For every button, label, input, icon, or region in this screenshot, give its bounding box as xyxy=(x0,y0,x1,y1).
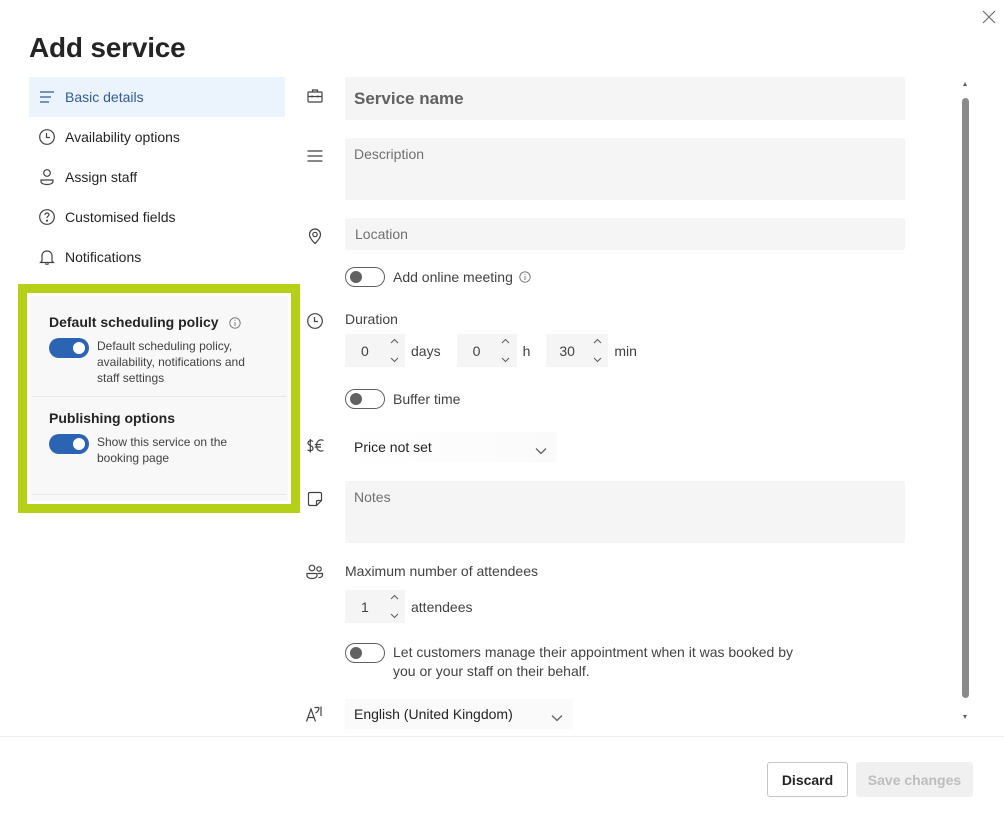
dialog-title: Add service xyxy=(29,32,186,63)
nav-item-basic-details[interactable]: Basic details xyxy=(29,77,285,117)
sticky-note-icon xyxy=(305,489,325,509)
briefcase-icon xyxy=(305,86,325,106)
duration-hours-spinner[interactable]: 0 xyxy=(456,334,517,367)
text-lines-icon xyxy=(305,146,325,166)
publishing-description: Show this service on the booking page xyxy=(97,435,228,465)
list-icon xyxy=(38,88,56,106)
attendees-input-row: 1 attendees xyxy=(345,590,489,623)
days-unit: days xyxy=(411,342,441,359)
customer-manage-row: Let customers manage their appointment w… xyxy=(345,643,813,681)
duration-label: Duration xyxy=(345,311,398,327)
nav-item-notifications[interactable]: Notifications xyxy=(29,237,285,277)
currency-icon xyxy=(305,436,325,456)
online-meeting-row: Add online meeting xyxy=(345,267,531,287)
scrollbar-thumb[interactable] xyxy=(962,98,969,698)
chevron-down-icon xyxy=(551,709,563,725)
policy-panel: Default scheduling policy Default schedu… xyxy=(30,296,288,501)
close-button[interactable] xyxy=(980,8,998,26)
price-dropdown[interactable]: Price not set xyxy=(345,432,557,462)
price-selected: Price not set xyxy=(354,439,432,455)
location-input[interactable] xyxy=(345,218,905,250)
duration-inputs: 0 days 0 h 30 min xyxy=(345,334,653,367)
buffer-time-toggle[interactable] xyxy=(345,389,385,409)
attendees-spinner[interactable]: 1 xyxy=(345,590,405,623)
discard-button[interactable]: Discard xyxy=(767,762,848,797)
service-name-field[interactable] xyxy=(345,77,905,120)
people-icon xyxy=(305,562,325,582)
nav-item-label: Customised fields xyxy=(65,209,176,225)
chevron-up-icon[interactable] xyxy=(501,338,510,344)
clock-icon xyxy=(38,128,56,146)
publishing-toggle[interactable] xyxy=(49,434,89,454)
publishing-options-section: Publishing options Show this service on … xyxy=(32,396,286,466)
customer-manage-label: Let customers manage their appointment w… xyxy=(393,644,794,679)
publishing-options-heading: Publishing options xyxy=(49,410,175,426)
info-icon[interactable] xyxy=(519,271,531,283)
buffer-time-row: Buffer time xyxy=(345,389,460,409)
scroll-down-arrow-icon[interactable] xyxy=(963,715,967,719)
minutes-unit: min xyxy=(614,342,637,359)
online-meeting-label: Add online meeting xyxy=(393,269,513,285)
hours-unit: h xyxy=(522,342,531,359)
divider xyxy=(32,494,286,495)
default-policy-description: Default scheduling policy, availability,… xyxy=(97,339,245,385)
language-icon xyxy=(305,704,325,724)
buffer-time-label: Buffer time xyxy=(393,391,461,407)
default-policy-heading: Default scheduling policy xyxy=(49,314,219,330)
location-pin-icon xyxy=(305,226,325,246)
location-field[interactable] xyxy=(345,218,905,250)
chevron-up-icon[interactable] xyxy=(390,594,399,600)
bell-icon xyxy=(38,248,56,266)
attendees-unit: attendees xyxy=(411,598,473,615)
chevron-up-icon[interactable] xyxy=(390,338,399,344)
language-dropdown[interactable]: English (United Kingdom) xyxy=(345,699,573,729)
chevron-down-icon xyxy=(535,442,547,458)
clock-icon xyxy=(305,311,325,331)
chevron-down-icon[interactable] xyxy=(501,357,510,363)
nav-item-availability-options[interactable]: Availability options xyxy=(29,117,285,157)
chevron-up-icon[interactable] xyxy=(593,338,602,344)
duration-days-spinner[interactable]: 0 xyxy=(345,334,405,367)
nav-item-label: Basic details xyxy=(65,89,144,105)
description-field[interactable] xyxy=(345,138,905,200)
person-icon xyxy=(38,168,56,186)
info-icon[interactable] xyxy=(228,316,241,329)
nav-item-label: Assign staff xyxy=(65,169,138,185)
language-selected: English (United Kingdom) xyxy=(354,706,513,722)
policy-highlight-frame: Default scheduling policy Default schedu… xyxy=(18,284,300,513)
description-input[interactable] xyxy=(345,138,905,200)
online-meeting-toggle[interactable] xyxy=(345,267,385,287)
nav-item-assign-staff[interactable]: Assign staff xyxy=(29,157,285,197)
default-scheduling-policy-section: Default scheduling policy Default schedu… xyxy=(30,296,288,386)
scroll-up-arrow-icon[interactable] xyxy=(963,82,967,86)
question-circle-icon xyxy=(38,208,56,226)
customer-manage-toggle[interactable] xyxy=(345,643,385,663)
chevron-down-icon[interactable] xyxy=(390,357,399,363)
save-changes-button[interactable]: Save changes xyxy=(856,762,973,797)
close-icon xyxy=(982,10,996,24)
footer-divider xyxy=(0,736,1004,737)
nav-item-label: Availability options xyxy=(65,129,180,145)
notes-input[interactable] xyxy=(345,481,905,543)
section-nav: Basic details Availability options Assig… xyxy=(29,77,285,277)
service-name-input[interactable] xyxy=(345,77,905,120)
attendees-label: Maximum number of attendees xyxy=(345,563,538,579)
nav-item-label: Notifications xyxy=(65,249,142,265)
duration-minutes-spinner[interactable]: 30 xyxy=(546,334,609,367)
notes-field[interactable] xyxy=(345,481,905,543)
chevron-down-icon[interactable] xyxy=(593,357,602,363)
default-policy-toggle[interactable] xyxy=(49,338,89,358)
nav-item-customised-fields[interactable]: Customised fields xyxy=(29,197,285,237)
chevron-down-icon[interactable] xyxy=(390,613,399,619)
